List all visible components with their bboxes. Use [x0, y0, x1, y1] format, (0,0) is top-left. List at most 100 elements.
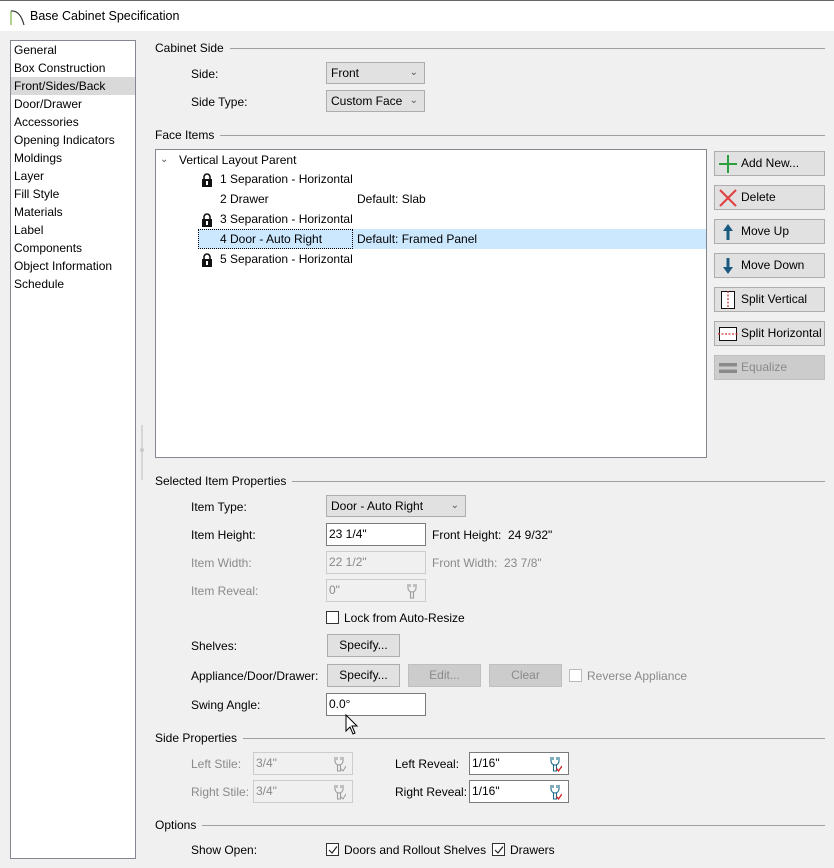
equalize-icon [719, 363, 737, 373]
arch-icon [10, 10, 25, 26]
item-height-label: Item Height: [191, 528, 256, 542]
tree-item[interactable]: 4 Door - Auto Right [220, 229, 322, 249]
move-down-button[interactable]: Move Down [714, 253, 825, 278]
chevron-down-icon: ⌄ [409, 67, 418, 78]
face-items-tree[interactable]: ⌄ Vertical Layout Parent 1 Separation - … [155, 149, 707, 458]
appliance-specify-button[interactable]: Specify... [327, 664, 400, 687]
nav-item-accessories[interactable]: Accessories [11, 113, 135, 131]
swing-angle-value: 0.0° [329, 697, 351, 711]
nav-item-front-sides-back[interactable]: Front/Sides/Back [11, 77, 135, 95]
category-list[interactable]: General Box Construction Front/Sides/Bac… [10, 40, 136, 859]
lock-auto-resize-checkbox[interactable] [326, 611, 339, 624]
nav-item-schedule[interactable]: Schedule [11, 275, 135, 293]
tree-item[interactable]: 3 Separation - Horizontal [220, 209, 353, 229]
item-reveal-input[interactable]: 0" [326, 579, 426, 602]
right-stile-input[interactable]: 3/4" [253, 780, 353, 803]
side-dropdown[interactable]: Front ⌄ [326, 62, 425, 84]
move-down-label: Move Down [741, 258, 805, 272]
left-reveal-value: 1/16" [472, 756, 500, 770]
x-icon [719, 189, 737, 207]
lock-auto-resize-label[interactable]: Lock from Auto-Resize [344, 611, 465, 625]
side-label: Side: [191, 67, 219, 81]
appliance-edit-button[interactable]: Edit... [408, 664, 481, 687]
wrench-icon[interactable] [332, 784, 346, 800]
swing-angle-input[interactable]: 0.0° [326, 693, 426, 716]
front-height-value: 24 9/32" [508, 528, 553, 542]
nav-item-label[interactable]: Label [11, 221, 135, 239]
right-reveal-label: Right Reveal: [395, 785, 468, 799]
side-type-label: Side Type: [191, 95, 248, 109]
nav-item-layer[interactable]: Layer [11, 167, 135, 185]
item-type-dropdown[interactable]: Door - Auto Right ⌄ [326, 495, 466, 517]
item-width-label: Item Width: [191, 556, 252, 570]
show-open-label: Show Open: [191, 843, 258, 857]
checkmark-icon [494, 846, 504, 854]
wrench-check-icon[interactable] [548, 756, 562, 772]
nav-item-general[interactable]: General [11, 41, 135, 59]
face-items-group-label: Face Items [155, 128, 221, 142]
left-stile-input[interactable]: 3/4" [253, 752, 353, 775]
lock-icon [202, 253, 212, 267]
wrench-icon[interactable] [405, 583, 419, 599]
delete-button[interactable]: Delete [714, 185, 825, 210]
nav-item-object-information[interactable]: Object Information [11, 257, 135, 275]
side-type-value: Custom Face [331, 94, 403, 108]
drawers-label[interactable]: Drawers [510, 843, 555, 857]
item-height-input[interactable]: 23 1/4" [326, 523, 426, 546]
split-vertical-label: Split Vertical [741, 292, 808, 306]
item-width-input[interactable]: 22 1/2" [326, 551, 426, 574]
left-stile-value: 3/4" [256, 756, 277, 770]
reverse-appliance-checkbox[interactable] [569, 669, 582, 682]
item-width-value: 22 1/2" [329, 555, 367, 569]
right-stile-label: Right Stile: [191, 785, 250, 799]
move-up-button[interactable]: Move Up [714, 219, 825, 244]
appliance-clear-button[interactable]: Clear [489, 664, 562, 687]
tree-root-vertical-layout-parent[interactable]: Vertical Layout Parent [179, 150, 296, 170]
split-vertical-icon [721, 291, 735, 309]
nav-item-moldings[interactable]: Moldings [11, 149, 135, 167]
nav-item-fill-style[interactable]: Fill Style [11, 185, 135, 203]
tree-item[interactable]: 5 Separation - Horizontal [220, 249, 353, 269]
tree-item[interactable]: 2 Drawer [220, 189, 269, 209]
equalize-button[interactable]: Equalize [714, 355, 825, 380]
wrench-icon[interactable] [332, 756, 346, 772]
left-stile-label: Left Stile: [191, 757, 242, 771]
tree-item[interactable]: 1 Separation - Horizontal [220, 169, 353, 189]
split-vertical-button[interactable]: Split Vertical [714, 287, 825, 312]
split-horizontal-icon [718, 327, 738, 341]
mouse-cursor-icon [345, 714, 359, 735]
side-properties-divider [155, 738, 825, 739]
nav-item-components[interactable]: Components [11, 239, 135, 257]
nav-item-box-construction[interactable]: Box Construction [11, 59, 135, 77]
add-new-button[interactable]: Add New... [714, 151, 825, 176]
split-horizontal-button[interactable]: Split Horizontal [714, 321, 825, 346]
left-reveal-input[interactable]: 1/16" [469, 752, 569, 775]
front-width-value: 23 7/8" [504, 556, 542, 570]
nav-item-door-drawer[interactable]: Door/Drawer [11, 95, 135, 113]
panel-splitter[interactable] [141, 425, 143, 480]
nav-item-materials[interactable]: Materials [11, 203, 135, 221]
nav-item-opening-indicators[interactable]: Opening Indicators [11, 131, 135, 149]
window-title: Base Cabinet Specification [30, 9, 180, 23]
item-type-label: Item Type: [191, 500, 247, 514]
arrow-up-icon [723, 224, 733, 240]
tree-item-detail: Default: Slab [357, 192, 426, 206]
side-type-dropdown[interactable]: Custom Face ⌄ [326, 90, 425, 112]
shelves-specify-button[interactable]: Specify... [327, 634, 400, 657]
left-reveal-label: Left Reveal: [395, 757, 460, 771]
doors-rollout-checkbox[interactable] [326, 843, 339, 856]
equalize-label: Equalize [741, 360, 788, 374]
cabinet-side-group-label: Cabinet Side [155, 41, 230, 55]
splitter-grip[interactable] [140, 448, 144, 452]
right-reveal-value: 1/16" [472, 784, 500, 798]
reverse-appliance-label[interactable]: Reverse Appliance [587, 669, 687, 683]
delete-label: Delete [741, 190, 776, 204]
chevron-down-icon[interactable]: ⌄ [160, 150, 168, 170]
selected-item-group-label: Selected Item Properties [155, 474, 293, 488]
drawers-checkbox[interactable] [492, 843, 505, 856]
side-value: Front [331, 66, 360, 80]
wrench-check-icon[interactable] [548, 784, 562, 800]
add-new-label: Add New... [741, 156, 800, 170]
right-reveal-input[interactable]: 1/16" [469, 780, 569, 803]
doors-rollout-label[interactable]: Doors and Rollout Shelves [344, 843, 486, 857]
